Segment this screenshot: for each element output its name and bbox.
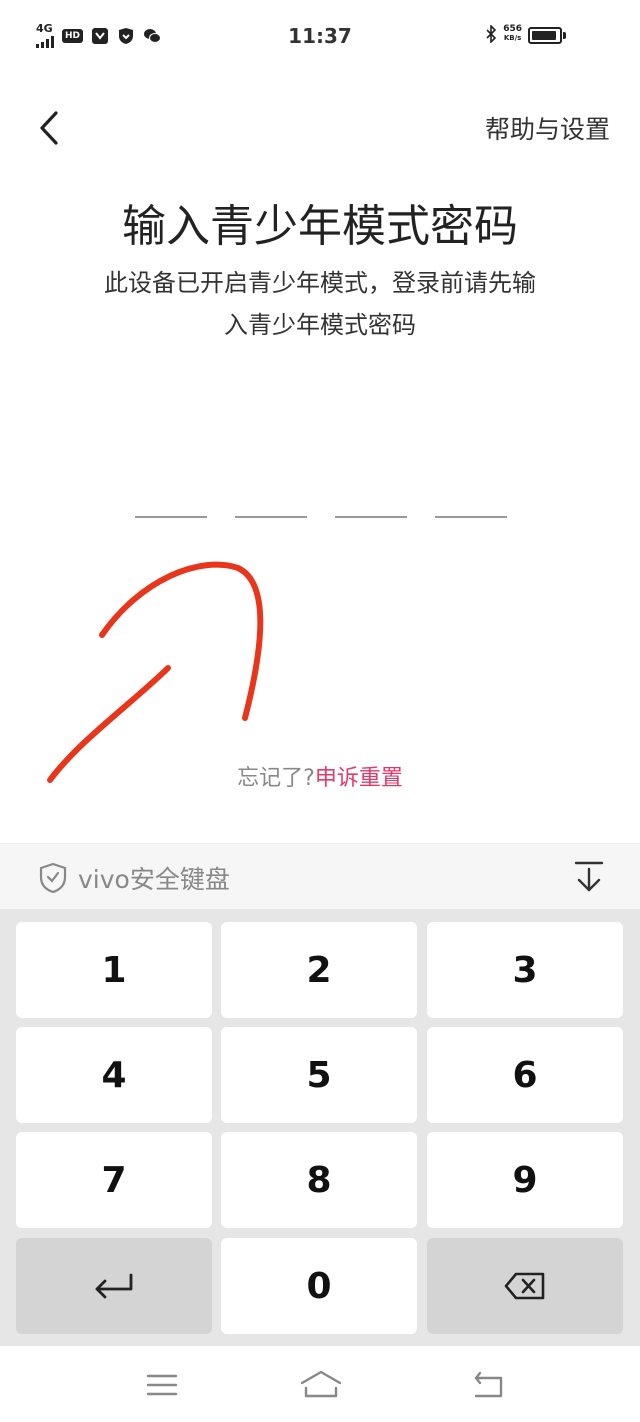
collapse-keyboard-icon — [574, 861, 604, 892]
pin-slot — [235, 516, 307, 518]
key-6[interactable]: 6 — [427, 1027, 623, 1123]
backspace-icon — [504, 1272, 545, 1300]
page-description: 此设备已开启青少年模式，登录前请先输 入青少年模式密码 — [70, 262, 570, 346]
appeal-reset-link[interactable]: 申诉重置 — [315, 766, 403, 791]
status-bar: 4G HD 11:37 656 KB/s — [0, 0, 640, 72]
description-line-2: 入青少年模式密码 — [224, 311, 416, 339]
key-8[interactable]: 8 — [221, 1132, 417, 1228]
enter-icon — [95, 1273, 133, 1299]
enter-key[interactable] — [16, 1238, 212, 1334]
delete-key[interactable] — [427, 1238, 623, 1334]
pin-slot — [435, 516, 507, 518]
pin-slot — [335, 516, 407, 518]
home-button[interactable] — [298, 1368, 344, 1402]
shield-check-icon — [39, 862, 67, 894]
navigation-bar — [0, 1346, 640, 1422]
pin-slot — [135, 516, 207, 518]
system-back-button[interactable] — [468, 1368, 508, 1402]
description-line-1: 此设备已开启青少年模式，登录前请先输 — [104, 269, 536, 297]
page-title: 输入青少年模式密码 — [122, 201, 518, 252]
back-nav-icon — [474, 1371, 503, 1398]
forgot-text: 忘记了? — [237, 766, 315, 791]
chevron-left-icon — [40, 111, 58, 145]
key-3[interactable]: 3 — [427, 922, 623, 1018]
collapse-keyboard-button[interactable] — [572, 860, 606, 894]
network-speed: 656 KB/s — [503, 25, 522, 43]
keyboard-toolbar: vivo安全键盘 — [0, 843, 640, 909]
home-icon — [300, 1370, 342, 1398]
key-2[interactable]: 2 — [221, 922, 417, 1018]
keyboard-brand: vivo安全键盘 — [38, 860, 230, 896]
status-right-group: 656 KB/s — [485, 25, 522, 43]
battery-icon — [528, 27, 566, 44]
speed-unit: KB/s — [503, 34, 522, 42]
key-0[interactable]: 0 — [221, 1238, 417, 1334]
forgot-password-row: 忘记了?申诉重置 — [0, 760, 640, 792]
speed-value: 656 — [503, 24, 522, 34]
keyboard-brand-label: vivo安全键盘 — [78, 865, 230, 894]
key-4[interactable]: 4 — [16, 1027, 212, 1123]
menu-icon — [146, 1374, 178, 1396]
key-5[interactable]: 5 — [221, 1027, 417, 1123]
key-1[interactable]: 1 — [16, 922, 212, 1018]
key-9[interactable]: 9 — [427, 1132, 623, 1228]
help-settings-link[interactable]: 帮助与设置 — [485, 110, 610, 146]
bluetooth-icon — [486, 25, 497, 43]
numeric-keyboard: 1 2 3 4 5 6 7 8 9 0 — [0, 909, 640, 1346]
menu-button[interactable] — [142, 1368, 182, 1402]
back-button[interactable] — [28, 104, 72, 154]
key-7[interactable]: 7 — [16, 1132, 212, 1228]
pin-input[interactable] — [135, 516, 507, 518]
